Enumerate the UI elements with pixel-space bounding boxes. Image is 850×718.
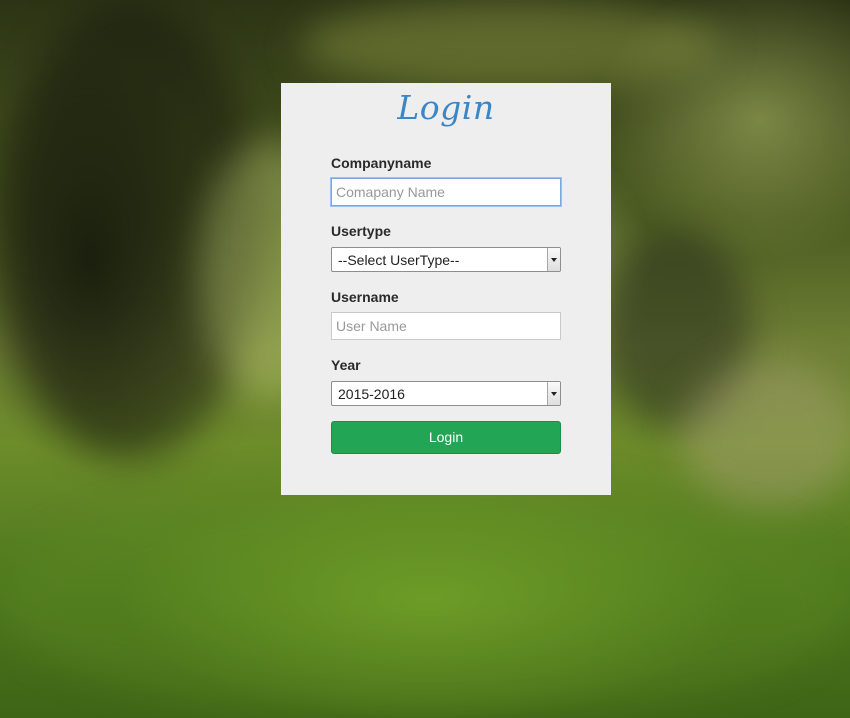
usertype-selected-value: --Select UserType--: [338, 252, 460, 268]
username-label: Username: [331, 289, 399, 305]
year-select[interactable]: 2015-2016: [331, 381, 561, 406]
companyname-label: Companyname: [331, 155, 432, 171]
login-title: Login: [397, 88, 495, 127]
usertype-select[interactable]: --Select UserType--: [331, 247, 561, 272]
year-selected-value: 2015-2016: [338, 386, 405, 402]
usertype-label: Usertype: [331, 223, 391, 239]
chevron-down-icon[interactable]: [547, 382, 560, 405]
year-label: Year: [331, 357, 361, 373]
username-input[interactable]: [331, 312, 561, 340]
login-panel: Login Companyname Usertype --Select User…: [281, 83, 611, 495]
login-button[interactable]: Login: [331, 421, 561, 454]
chevron-down-icon[interactable]: [547, 248, 560, 271]
company-name-input[interactable]: [331, 178, 561, 206]
